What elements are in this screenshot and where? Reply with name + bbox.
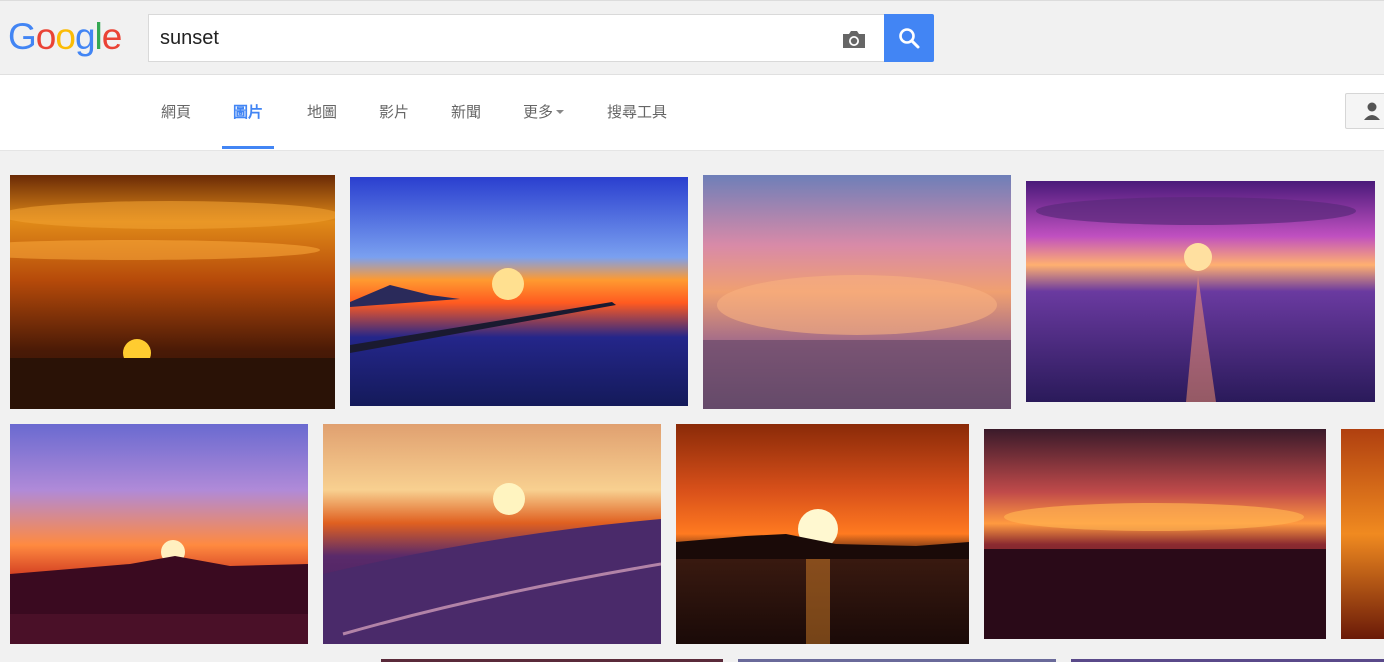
tab-label: 搜尋工具 bbox=[607, 103, 668, 121]
search-box bbox=[148, 14, 884, 62]
tab-news[interactable]: 新聞 bbox=[440, 75, 492, 149]
image-result[interactable] bbox=[676, 424, 969, 644]
image-result[interactable] bbox=[1341, 429, 1384, 639]
image-result[interactable] bbox=[350, 177, 688, 406]
image-result[interactable] bbox=[1026, 181, 1375, 402]
tab-label: 網頁 bbox=[161, 103, 192, 121]
tab-maps[interactable]: 地圖 bbox=[296, 75, 348, 149]
tab-more[interactable]: 更多 bbox=[512, 75, 575, 149]
tab-label: 新聞 bbox=[451, 103, 482, 121]
logo-letter: l bbox=[94, 16, 103, 57]
user-icon bbox=[1364, 102, 1380, 120]
tabs-bar: 網頁 圖片 地圖 影片 新聞 更多 搜尋工具 bbox=[0, 75, 1384, 151]
search-icon bbox=[899, 28, 920, 49]
google-logo[interactable]: Google bbox=[8, 14, 123, 60]
image-result[interactable] bbox=[984, 429, 1326, 639]
top-bar: Google bbox=[0, 0, 1384, 75]
tab-web[interactable]: 網頁 bbox=[150, 75, 202, 149]
tab-videos[interactable]: 影片 bbox=[368, 75, 420, 149]
search-input[interactable] bbox=[149, 15, 829, 61]
logo-letter: G bbox=[8, 16, 37, 57]
tab-images[interactable]: 圖片 bbox=[222, 75, 275, 149]
logo-letter: o bbox=[55, 16, 76, 57]
image-result[interactable] bbox=[703, 175, 1011, 409]
logo-letter: e bbox=[101, 16, 123, 57]
search-button[interactable] bbox=[884, 14, 934, 62]
tab-label: 影片 bbox=[379, 103, 410, 121]
tab-label: 圖片 bbox=[233, 103, 264, 121]
caret-down-icon bbox=[556, 109, 565, 114]
image-result[interactable] bbox=[323, 424, 661, 644]
image-result[interactable] bbox=[10, 424, 308, 644]
camera-icon[interactable] bbox=[841, 27, 867, 51]
logo-letter: g bbox=[74, 16, 96, 57]
tab-label: 更多 bbox=[523, 103, 554, 121]
tab-search-tools[interactable]: 搜尋工具 bbox=[596, 75, 678, 149]
logo-letter: o bbox=[35, 16, 57, 57]
tab-label: 地圖 bbox=[307, 103, 338, 121]
image-result[interactable] bbox=[10, 175, 335, 409]
account-button[interactable] bbox=[1345, 93, 1384, 129]
